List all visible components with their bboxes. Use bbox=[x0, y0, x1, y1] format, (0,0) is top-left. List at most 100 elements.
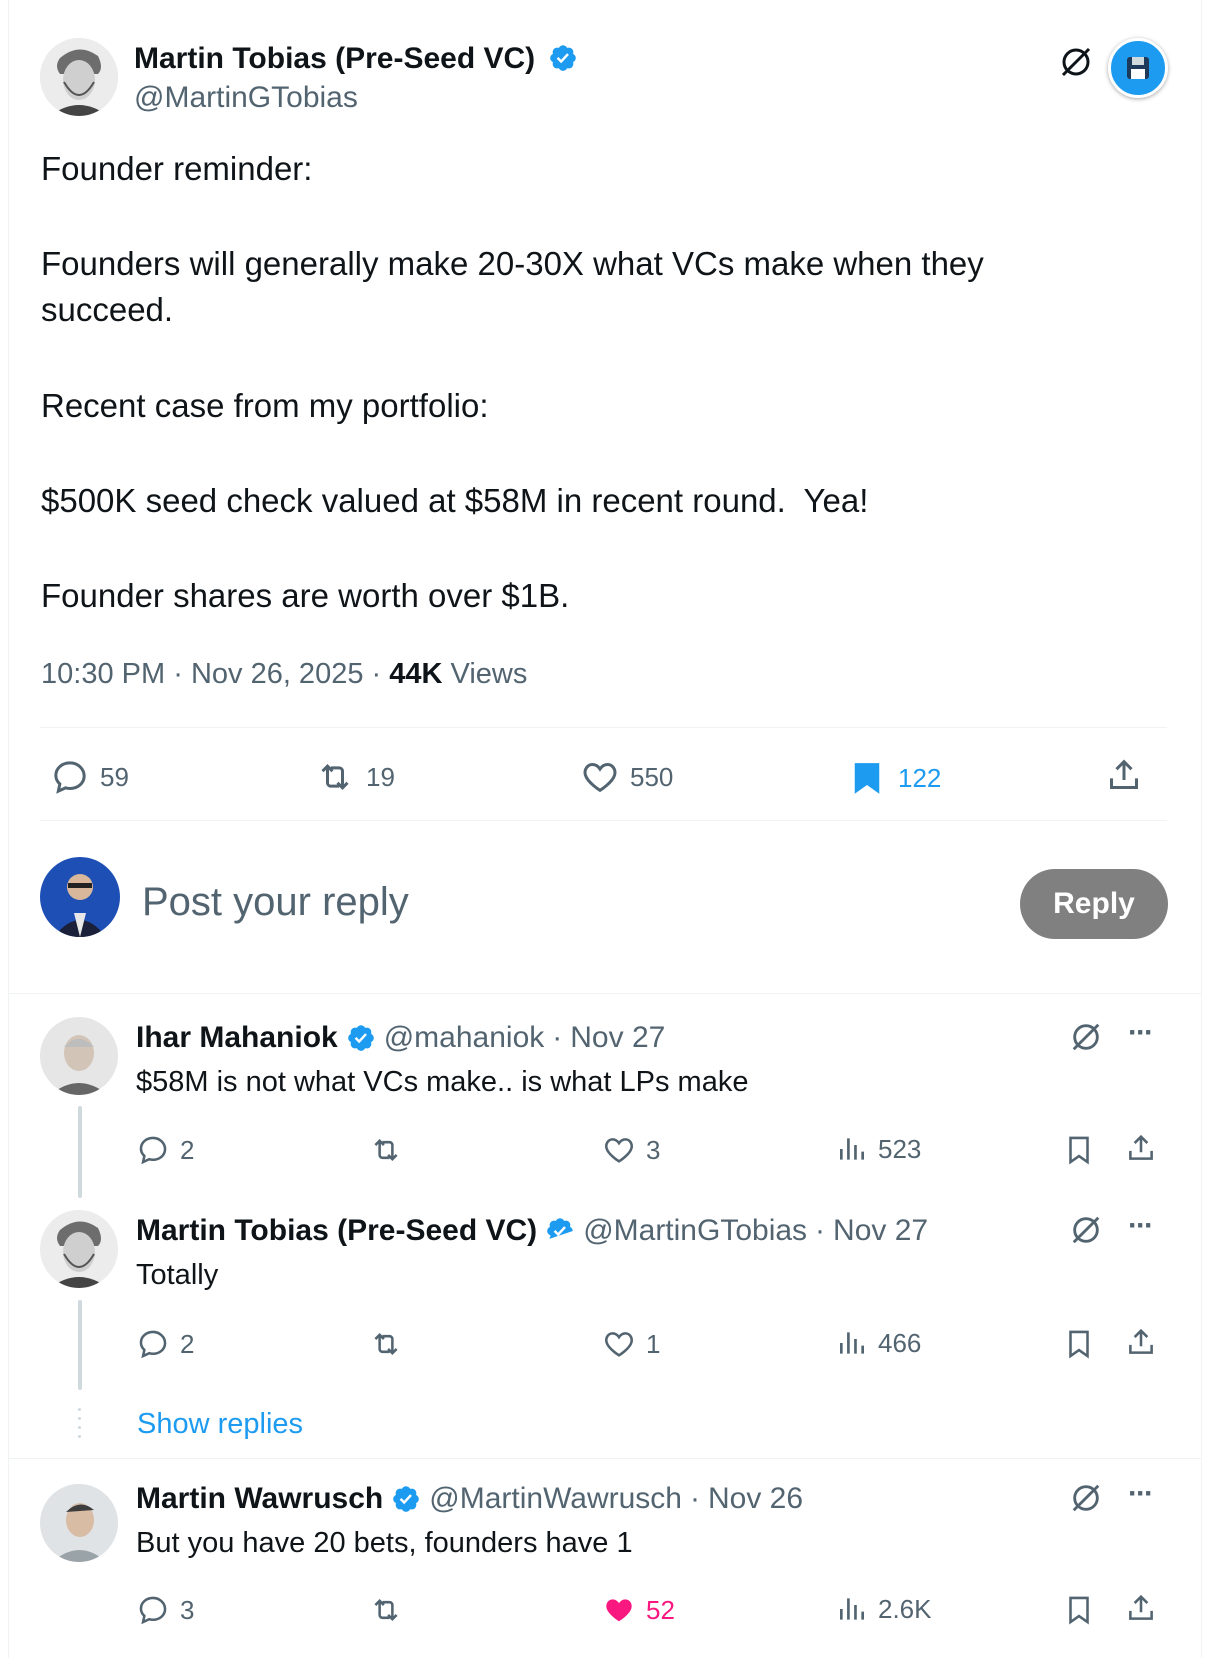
reply-share-button[interactable] bbox=[1124, 1131, 1158, 1165]
block-circle-icon[interactable] bbox=[1069, 1020, 1103, 1059]
reply-author-handle[interactable]: @MartinWawrusch bbox=[429, 1481, 682, 1517]
composer-divider bbox=[8, 993, 1201, 994]
reply-author-name[interactable]: Ihar Mahaniok bbox=[136, 1020, 338, 1056]
reply-bookmark-button[interactable] bbox=[1062, 1133, 1096, 1167]
bookmark-icon bbox=[1069, 1136, 1089, 1165]
views-bar-chart-icon bbox=[840, 1332, 864, 1354]
reply-text: But you have 20 bets, founders have 1 bbox=[136, 1527, 633, 1559]
verified-badge-icon bbox=[549, 45, 576, 71]
reply-share-button[interactable] bbox=[1124, 1325, 1158, 1359]
save-floppy-icon[interactable] bbox=[1108, 38, 1168, 98]
heart-filled-icon bbox=[606, 1599, 632, 1622]
share-icon bbox=[1110, 759, 1138, 789]
reply-like-button[interactable]: 1 bbox=[602, 1327, 660, 1361]
views-count: 44K bbox=[389, 658, 443, 690]
heart-icon bbox=[605, 1332, 633, 1357]
block-circle-icon[interactable] bbox=[1058, 44, 1094, 85]
repost-icon bbox=[374, 1332, 398, 1356]
reply-like-button[interactable]: 52 bbox=[602, 1593, 675, 1627]
block-circle-icon[interactable] bbox=[1069, 1213, 1103, 1252]
thread-dots bbox=[77, 1408, 83, 1438]
post-line-3: Recent case from my portfolio: bbox=[41, 387, 489, 424]
reply-author-handle[interactable]: @MartinGTobias bbox=[583, 1213, 807, 1249]
reply-views-button[interactable]: 466 bbox=[836, 1327, 921, 1359]
verified-badge-icon bbox=[393, 1486, 420, 1512]
author-handle[interactable]: @MartinGTobias bbox=[134, 80, 358, 116]
views-bar-chart-icon bbox=[840, 1138, 864, 1160]
bookmark-filled-icon bbox=[854, 763, 880, 794]
post-meta: 10:30 PM · Nov 26, 2025 · 44K Views bbox=[41, 658, 528, 690]
share-icon bbox=[1129, 1594, 1153, 1620]
reply-date[interactable]: Nov 26 bbox=[708, 1481, 803, 1517]
more-options-icon[interactable]: ··· bbox=[1128, 1016, 1154, 1050]
divider-top bbox=[40, 727, 1167, 728]
reply-repost-button[interactable] bbox=[368, 1593, 414, 1627]
views-label: Views bbox=[450, 658, 528, 690]
comment-icon bbox=[139, 1136, 167, 1165]
reply-header: Martin Tobias (Pre-Seed VC) @MartinGTobi… bbox=[136, 1213, 929, 1249]
author-avatar[interactable] bbox=[40, 38, 118, 116]
post-line-5: Founder shares are worth over $1B. bbox=[41, 577, 570, 614]
post-time[interactable]: 10:30 PM bbox=[41, 658, 165, 690]
views-bar-chart-icon bbox=[840, 1598, 864, 1620]
author-name-row[interactable]: Martin Tobias (Pre-Seed VC) bbox=[134, 41, 578, 77]
comment-icon bbox=[139, 1596, 167, 1625]
heart-icon bbox=[583, 762, 617, 793]
more-options-icon[interactable]: ··· bbox=[1128, 1209, 1154, 1243]
share-icon bbox=[1129, 1328, 1153, 1354]
bookmark-count-button[interactable]: 122 bbox=[846, 757, 941, 799]
verified-badge-icon bbox=[347, 1025, 374, 1051]
reply-views-button[interactable]: 2.6K bbox=[836, 1593, 932, 1625]
reply-bookmark-button[interactable] bbox=[1062, 1593, 1096, 1627]
reply-author-name[interactable]: Martin Wawrusch bbox=[136, 1481, 383, 1517]
reply-repost-button[interactable] bbox=[368, 1327, 414, 1361]
post-date[interactable]: Nov 26, 2025 bbox=[191, 658, 364, 690]
reply-date[interactable]: Nov 27 bbox=[570, 1020, 665, 1056]
reply-date[interactable]: Nov 27 bbox=[833, 1213, 928, 1249]
heart-icon bbox=[605, 1138, 633, 1163]
reply-like-button[interactable]: 3 bbox=[602, 1133, 660, 1167]
reply-comment-button[interactable]: 3 bbox=[136, 1593, 194, 1627]
repost-icon bbox=[374, 1598, 398, 1622]
reply-input[interactable]: Post your reply bbox=[142, 880, 409, 925]
author-name[interactable]: Martin Tobias (Pre-Seed VC) bbox=[134, 42, 535, 75]
reply-views-button[interactable]: 523 bbox=[836, 1133, 921, 1165]
post-line-1: Founder reminder: bbox=[41, 150, 313, 187]
reply-share-button[interactable] bbox=[1124, 1591, 1158, 1625]
reply-avatar[interactable] bbox=[40, 1017, 118, 1095]
show-replies-link[interactable]: Show replies bbox=[137, 1408, 303, 1441]
reply-bookmark-button[interactable] bbox=[1062, 1327, 1096, 1361]
reply-header: Martin Wawrusch @MartinWawrusch · Nov 26 bbox=[136, 1481, 804, 1517]
reply-avatar[interactable] bbox=[40, 1484, 118, 1562]
reply-comment-button[interactable]: 2 bbox=[136, 1327, 194, 1361]
reply-count-button[interactable]: 59 bbox=[50, 757, 129, 797]
bookmark-icon bbox=[1069, 1330, 1089, 1359]
share-button[interactable] bbox=[1104, 755, 1144, 795]
reply-repost-button[interactable] bbox=[368, 1133, 414, 1167]
more-options-icon[interactable]: ··· bbox=[1128, 1477, 1154, 1511]
thread-line bbox=[78, 1300, 82, 1390]
reply-header: Ihar Mahaniok @mahaniok · Nov 27 bbox=[136, 1020, 666, 1056]
reply-text: Totally bbox=[136, 1259, 219, 1291]
repost-icon bbox=[321, 764, 349, 790]
share-icon bbox=[1129, 1134, 1153, 1160]
reply-avatar[interactable] bbox=[40, 1210, 118, 1288]
reply-author-name[interactable]: Martin Tobias (Pre-Seed VC) bbox=[136, 1213, 537, 1249]
reply-author-handle[interactable]: @mahaniok bbox=[384, 1020, 545, 1056]
bookmark-icon bbox=[1069, 1596, 1089, 1625]
comment-icon bbox=[54, 761, 86, 794]
block-circle-icon[interactable] bbox=[1069, 1481, 1103, 1520]
divider-bottom bbox=[40, 820, 1167, 821]
like-count-button[interactable]: 550 bbox=[580, 757, 673, 797]
thread-line bbox=[78, 1106, 82, 1198]
repost-icon bbox=[374, 1138, 398, 1162]
current-user-avatar[interactable] bbox=[40, 857, 120, 937]
post-line-4: $500K seed check valued at $58M in recen… bbox=[41, 482, 869, 519]
reply-divider bbox=[8, 1458, 1201, 1459]
reply-text: $58M is not what VCs make.. is what LPs … bbox=[136, 1066, 749, 1098]
reply-button[interactable]: Reply bbox=[1020, 869, 1168, 939]
post-line-2: Founders will generally make 20-30X what… bbox=[41, 245, 993, 328]
comment-icon bbox=[139, 1330, 167, 1359]
reply-comment-button[interactable]: 2 bbox=[136, 1133, 194, 1167]
repost-count-button[interactable]: 19 bbox=[314, 757, 395, 797]
